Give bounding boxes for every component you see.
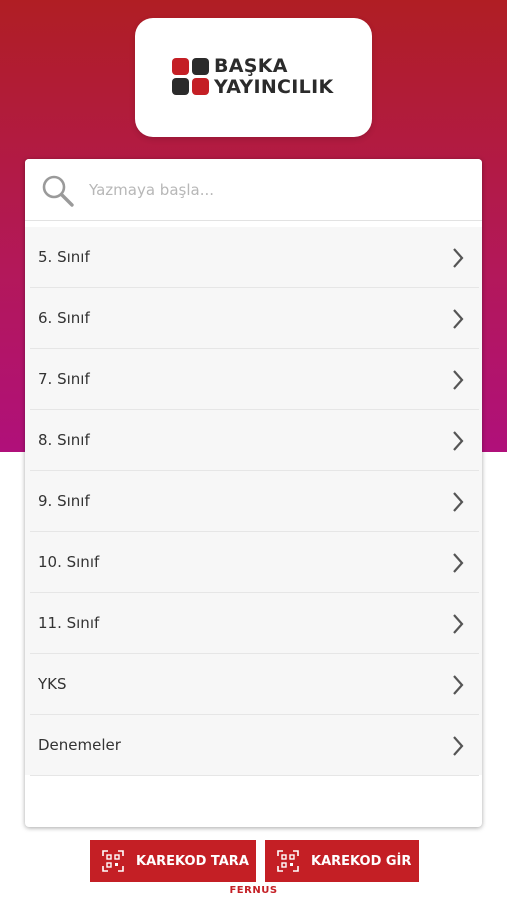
- logo-card: BAŞKA YAYINCILIK: [135, 18, 372, 137]
- logo-square: [172, 58, 189, 75]
- chevron-right-icon: [453, 370, 464, 390]
- list-item-8-sinif[interactable]: 8. Sınıf: [30, 410, 479, 471]
- chevron-right-icon: [453, 492, 464, 512]
- logo-square: [192, 78, 209, 95]
- logo-line-1: BAŞKA: [214, 55, 288, 77]
- logo-square: [172, 78, 189, 95]
- list-item-label: 8. Sınıf: [38, 431, 90, 449]
- list-item-7-sinif[interactable]: 7. Sınıf: [30, 349, 479, 410]
- list-item-11-sinif[interactable]: 11. Sınıf: [30, 593, 479, 654]
- list-item-label: 10. Sınıf: [38, 553, 100, 571]
- logo-line-2: YAYINCILIK: [214, 76, 334, 98]
- list-item-label: YKS: [38, 675, 67, 693]
- list-item-label: Denemeler: [38, 736, 121, 754]
- search-bar: [25, 159, 482, 221]
- qr-code-icon: [277, 850, 299, 872]
- logo-text: BAŞKA YAYINCILIK: [214, 56, 364, 98]
- list-item-yks[interactable]: YKS: [30, 654, 479, 715]
- list-item-label: 6. Sınıf: [38, 309, 90, 327]
- list-item-9-sinif[interactable]: 9. Sınıf: [30, 471, 479, 532]
- list-item-10-sinif[interactable]: 10. Sınıf: [30, 532, 479, 593]
- list-item-5-sinif[interactable]: 5. Sınıf: [30, 227, 479, 288]
- qr-code-icon: [102, 850, 124, 872]
- qr-enter-label: KAREKOD GİR: [311, 853, 412, 869]
- footer-brand: FERNUS: [229, 885, 278, 896]
- list-item-label: 5. Sınıf: [38, 248, 90, 266]
- qr-enter-button[interactable]: KAREKOD GİR: [265, 840, 419, 882]
- logo-square: [192, 58, 209, 75]
- chevron-right-icon: [453, 431, 464, 451]
- chevron-right-icon: [453, 614, 464, 634]
- chevron-right-icon: [453, 553, 464, 573]
- chevron-right-icon: [453, 736, 464, 756]
- chevron-right-icon: [453, 675, 464, 695]
- logo-mark-icon: [172, 58, 210, 96]
- category-panel: 5. Sınıf 6. Sınıf 7. Sınıf 8. Sınıf 9. S…: [25, 159, 482, 827]
- list-item-6-sinif[interactable]: 6. Sınıf: [30, 288, 479, 349]
- category-list: 5. Sınıf 6. Sınıf 7. Sınıf 8. Sınıf 9. S…: [25, 227, 482, 776]
- list-item-label: 9. Sınıf: [38, 492, 90, 510]
- list-item-denemeler[interactable]: Denemeler: [30, 715, 479, 776]
- search-icon: [42, 175, 74, 207]
- search-input[interactable]: [89, 175, 459, 205]
- qr-scan-label: KAREKOD TARA: [136, 853, 249, 869]
- qr-scan-button[interactable]: KAREKOD TARA: [90, 840, 256, 882]
- list-item-label: 11. Sınıf: [38, 614, 100, 632]
- chevron-right-icon: [453, 309, 464, 329]
- list-item-label: 7. Sınıf: [38, 370, 90, 388]
- chevron-right-icon: [453, 248, 464, 268]
